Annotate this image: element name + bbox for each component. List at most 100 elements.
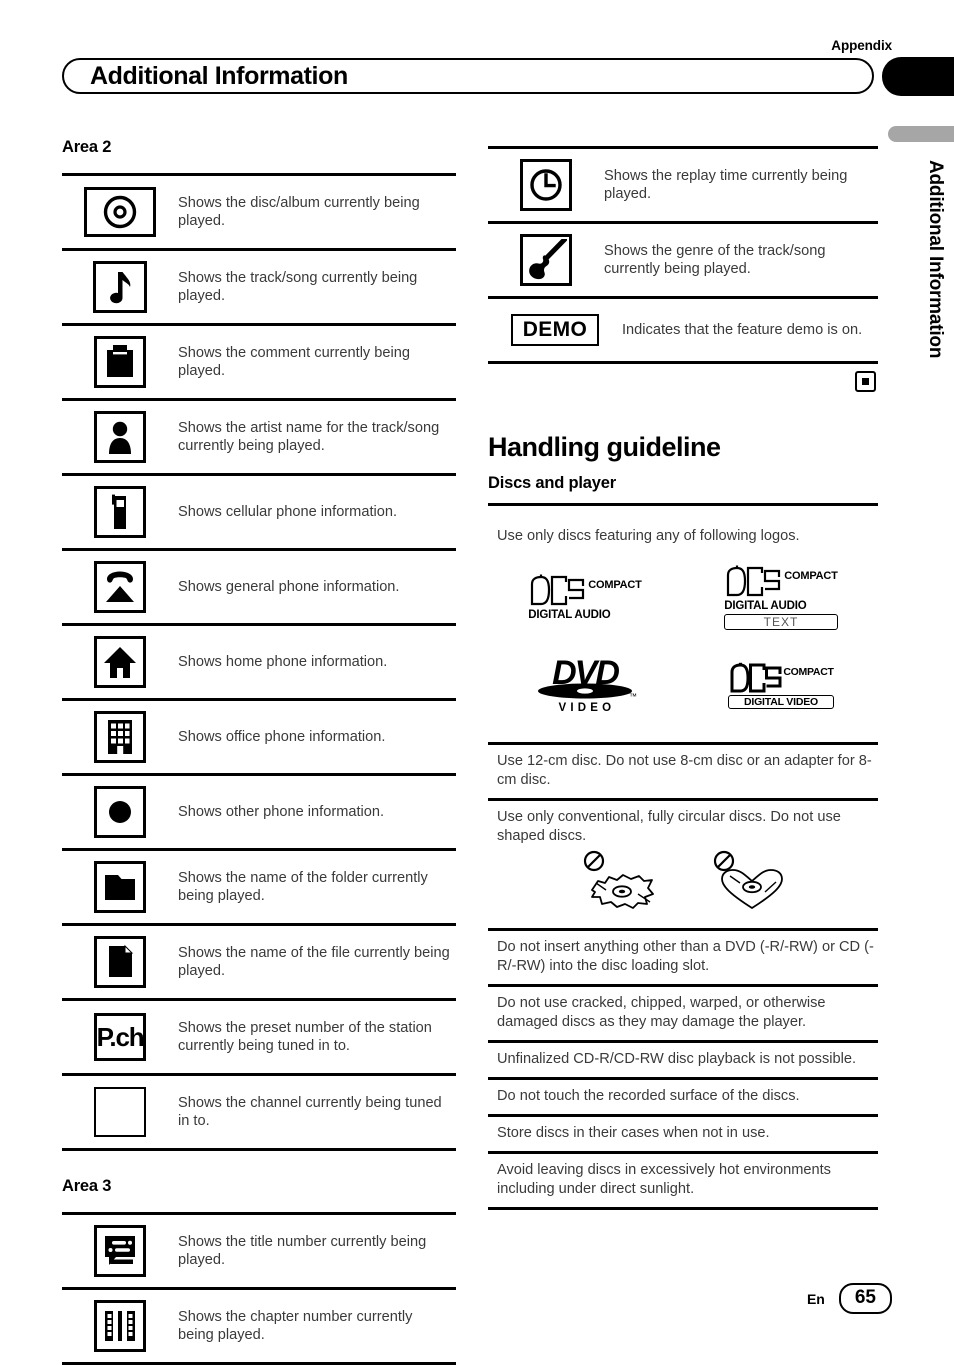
icon-cell — [62, 411, 178, 463]
section-end-row — [488, 364, 878, 396]
logo-text-badge: TEXT — [724, 613, 838, 630]
icon-cell — [62, 561, 178, 613]
title-number-icon — [94, 1225, 146, 1277]
section-end-square-icon — [855, 371, 876, 392]
compact-disc-digital-audio-logo: COMPACT DIGITAL AUDIO — [515, 556, 655, 638]
cellular-phone-icon — [94, 486, 146, 538]
home-phone-icon — [94, 636, 146, 688]
logo-top-text: COMPACT — [588, 578, 642, 591]
footer: En 65 — [807, 1283, 892, 1314]
note-row: Do not use cracked, chipped, warped, or … — [488, 987, 878, 1043]
logo-top-text: COMPACT — [784, 569, 838, 582]
prohibited-irregular-shaped-disc-icon — [578, 850, 664, 918]
right-icon-table: Shows the replay time currently being pl… — [488, 146, 878, 364]
disc-album-icon — [84, 187, 156, 237]
table-row: Shows general phone information. — [62, 551, 456, 626]
logo-bottom-text: DIGITAL AUDIO — [528, 608, 611, 621]
artist-person-icon — [94, 411, 146, 463]
shaped-disc-figures — [497, 846, 874, 920]
row-description: Shows the title number currently being p… — [178, 1233, 427, 1269]
note-row: Avoid leaving discs in excessively hot e… — [488, 1154, 878, 1210]
guitar-genre-icon — [520, 234, 572, 286]
icon-cell — [62, 1225, 178, 1277]
note-row: Unfinalized CD-R/CD-RW disc playback is … — [488, 1043, 878, 1080]
row-description: Shows the name of the folder currently b… — [178, 869, 428, 905]
icon-cell — [62, 786, 178, 838]
table-row: Shows the title number currently being p… — [62, 1215, 456, 1290]
comment-clipboard-icon — [94, 336, 146, 388]
logo-top-text: COMPACT — [783, 665, 834, 678]
row-description: Shows the preset number of the station c… — [178, 1019, 432, 1055]
note-text: Use only conventional, fully circular di… — [497, 809, 841, 844]
page-number-badge: 65 — [838, 1283, 892, 1314]
row-description: Shows the artist name for the track/song… — [178, 419, 440, 455]
footer-language-label: En — [806, 1290, 825, 1307]
note-row: Use only conventional, fully circular di… — [488, 801, 878, 931]
office-building-icon — [94, 711, 146, 763]
logo-tm-mark: ™ — [629, 691, 637, 701]
table-row: Shows the disc/album currently being pla… — [62, 176, 456, 251]
logo-bottom-text: DIGITAL VIDEO — [728, 694, 834, 709]
table-row: Shows the chapter number currently being… — [62, 1290, 456, 1365]
table-row: Shows the channel currently being tuned … — [62, 1076, 456, 1151]
icon-cell — [488, 159, 604, 211]
preset-channel-icon: P.ch — [94, 1013, 146, 1061]
row-description: Shows the name of the file currently bei… — [178, 944, 450, 980]
icon-cell — [62, 861, 178, 913]
row-description: Shows the chapter number currently being… — [178, 1308, 413, 1344]
logo-grid: COMPACT DIGITAL AUDIO COMPACT DIGITAL AU… — [488, 546, 878, 726]
clock-icon — [520, 159, 572, 211]
note-row: Do not touch the recorded surface of the… — [488, 1080, 878, 1117]
general-phone-icon — [94, 561, 146, 613]
table-row: Shows cellular phone information. — [62, 476, 456, 551]
table-row: DEMO Indicates that the feature demo is … — [488, 299, 878, 364]
row-description: Shows the genre of the track/song curren… — [604, 242, 826, 278]
area3-icon-table: Shows the title number currently being p… — [62, 1212, 456, 1365]
row-description: Shows the track/song currently being pla… — [178, 269, 418, 305]
area2-heading: Area 2 — [62, 138, 112, 156]
table-row: Shows the name of the file currently bei… — [62, 926, 456, 1001]
table-row: Shows the track/song currently being pla… — [62, 251, 456, 326]
icon-cell — [62, 711, 178, 763]
icon-cell — [62, 1300, 178, 1352]
logos-intro-text: Use only discs featuring any of followin… — [497, 528, 800, 544]
table-row: Shows the name of the folder currently b… — [62, 851, 456, 926]
page-title: Additional Information — [90, 62, 348, 90]
row-description: Shows the channel currently being tuned … — [178, 1094, 442, 1130]
compact-disc-digital-video-logo: COMPACT DIGITAL VIDEO — [711, 644, 851, 726]
icon-cell: P.ch — [62, 1013, 178, 1061]
other-phone-dot-icon — [94, 786, 146, 838]
table-row: Shows the artist name for the track/song… — [62, 401, 456, 476]
handling-guideline-heading: Handling guideline — [488, 432, 721, 462]
file-icon — [94, 936, 146, 988]
handling-notes-table: Use 12-cm disc. Do not use 8-cm disc or … — [488, 745, 878, 1210]
prohibited-heart-shaped-disc-icon — [708, 850, 794, 918]
table-row: Shows home phone information. — [62, 626, 456, 701]
table-row: Shows other phone information. — [62, 776, 456, 851]
demo-badge: DEMO — [510, 314, 600, 346]
note-row: Use 12-cm disc. Do not use 8-cm disc or … — [488, 745, 878, 801]
side-tab-label: Additional Information — [925, 160, 946, 359]
icon-cell — [62, 261, 178, 313]
music-note-icon — [93, 261, 147, 313]
row-description: Shows other phone information. — [178, 803, 385, 820]
appendix-label: Appendix — [831, 38, 892, 53]
logo-bottom-text: DIGITAL AUDIO — [724, 599, 807, 612]
icon-cell — [62, 486, 178, 538]
row-description: Shows home phone information. — [178, 653, 388, 670]
icon-cell — [62, 936, 178, 988]
blank-box-icon — [94, 1087, 146, 1137]
area3-heading: Area 3 — [62, 1177, 112, 1195]
icon-cell — [62, 1087, 178, 1137]
row-description: Indicates that the feature demo is on. — [622, 321, 863, 338]
icon-cell — [62, 187, 178, 237]
table-row: Shows the comment currently being played… — [62, 326, 456, 401]
logos-block: Use only discs featuring any of followin… — [488, 503, 878, 745]
preset-channel-label: P.ch — [96, 1022, 145, 1052]
header-black-tab — [882, 57, 954, 96]
note-row: Do not insert anything other than a DVD … — [488, 931, 878, 987]
row-description: Shows the disc/album currently being pla… — [178, 194, 420, 230]
table-row: Shows office phone information. — [62, 701, 456, 776]
logo-bottom-text: V I D E O — [558, 701, 612, 714]
table-row: P.ch Shows the preset number of the stat… — [62, 1001, 456, 1076]
